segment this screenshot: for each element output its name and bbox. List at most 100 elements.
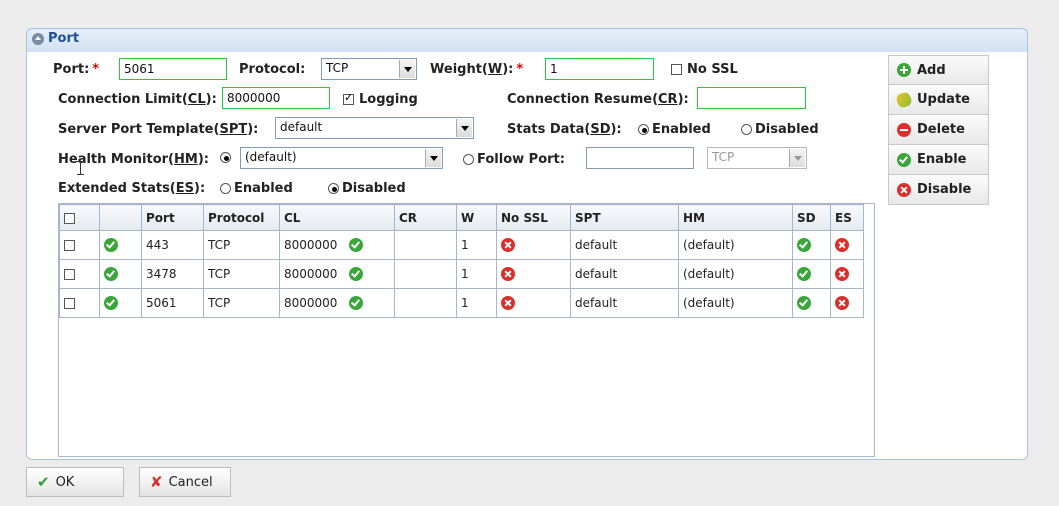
cancel-button-label: Cancel (168, 474, 213, 490)
table-header-row: Port Protocol CL CR W No SSL SPT HM SD E… (59, 204, 864, 231)
row-select-cell[interactable] (59, 288, 100, 318)
statsdata-enabled-option[interactable]: Enabled (638, 122, 711, 137)
protocol-header[interactable]: Protocol (203, 204, 280, 231)
weight-input[interactable] (545, 58, 654, 80)
table-row[interactable]: 5061 TCP 8000000 1 default (default) (59, 288, 864, 318)
sd-header[interactable]: SD (792, 204, 831, 231)
protocol-select-value: TCP (326, 61, 349, 75)
row-checkbox[interactable] (64, 269, 75, 280)
logging-option[interactable]: Logging (343, 91, 418, 107)
logging-check-icon (349, 267, 364, 282)
hm-select-value: (default) (245, 150, 297, 164)
w-header[interactable]: W (456, 204, 497, 231)
status-header[interactable] (99, 204, 142, 231)
row-nossl-cell (496, 288, 571, 318)
spt-select[interactable]: default (275, 117, 474, 139)
enabled-check-icon (104, 296, 118, 311)
hm-select-radio-option[interactable] (220, 152, 234, 163)
row-sd-cell (792, 288, 831, 318)
row-select-cell[interactable] (59, 230, 100, 260)
enabled-check-icon (104, 267, 118, 282)
spt-select-value: default (280, 120, 323, 134)
protocol-select[interactable]: TCP (321, 58, 417, 80)
disable-button[interactable]: Disable (888, 175, 989, 205)
enable-button[interactable]: Enable (888, 145, 989, 175)
row-port: 443 (141, 230, 204, 260)
port-header[interactable]: Port (141, 204, 204, 231)
row-cl: 8000000 (284, 266, 338, 281)
row-checkbox[interactable] (64, 298, 75, 309)
table-row[interactable]: 443 TCP 8000000 1 default (default) (59, 230, 864, 260)
nossl-header[interactable]: No SSL (496, 204, 571, 231)
row-es-cell (830, 230, 864, 260)
followport-protocol-select[interactable]: TCP (707, 147, 807, 169)
collapse-icon[interactable] (32, 32, 44, 45)
ok-button[interactable]: ✔ OK (26, 467, 124, 497)
cancel-button[interactable]: ✘ Cancel (139, 467, 231, 497)
row-cl-cell: 8000000 (279, 230, 395, 260)
row-hm: (default) (678, 230, 793, 260)
row-spt: default (570, 259, 679, 289)
connresume-label: Connection Resume(CR): (507, 92, 689, 107)
connlimit-input[interactable] (222, 87, 330, 109)
nossl-checkbox[interactable] (671, 64, 682, 75)
sd-check-icon (797, 267, 811, 282)
update-button[interactable]: Update (888, 85, 989, 115)
ports-table: Port Protocol CL CR W No SSL SPT HM SD E… (58, 203, 875, 457)
es-disabled-option[interactable]: Disabled (328, 181, 406, 196)
statsdata-disabled-option[interactable]: Disabled (741, 122, 819, 137)
add-button[interactable]: Add (888, 55, 989, 85)
followport-radio[interactable] (463, 154, 474, 165)
port-input[interactable] (119, 58, 227, 80)
row-cl-cell: 8000000 (279, 259, 395, 289)
row-cl: 8000000 (284, 237, 338, 252)
row-port: 5061 (141, 288, 204, 318)
panel-title[interactable]: Port (32, 31, 79, 46)
row-checkbox[interactable] (64, 240, 75, 251)
row-protocol: TCP (203, 259, 280, 289)
add-button-label: Add (917, 62, 946, 78)
hm-select[interactable]: (default) (240, 147, 443, 169)
nossl-x-icon (501, 296, 515, 311)
hm-header[interactable]: HM (678, 204, 793, 231)
statsdata-enabled-radio[interactable] (638, 124, 649, 135)
row-status-cell (99, 230, 142, 260)
delete-button-label: Delete (917, 122, 965, 137)
row-select-cell[interactable] (59, 259, 100, 289)
es-header[interactable]: ES (830, 204, 864, 231)
logging-check-icon (349, 296, 364, 311)
row-cr (394, 259, 457, 289)
cl-header[interactable]: CL (279, 204, 395, 231)
connresume-input[interactable] (697, 87, 806, 109)
row-w: 1 (456, 230, 497, 260)
table-row[interactable]: 3478 TCP 8000000 1 default (default) (59, 259, 864, 289)
es-disabled-radio[interactable] (328, 183, 339, 194)
weight-label: Weight(W): * (430, 62, 524, 77)
logging-checkbox[interactable] (343, 91, 354, 105)
row-w: 1 (456, 259, 497, 289)
followport-option[interactable]: Follow Port: (463, 152, 565, 167)
select-all-header[interactable] (59, 204, 100, 231)
es-enabled-option[interactable]: Enabled (220, 181, 293, 196)
spt-header[interactable]: SPT (570, 204, 679, 231)
es-x-icon (835, 296, 849, 311)
panel-title-text: Port (48, 31, 80, 46)
es-enabled-radio[interactable] (220, 183, 231, 194)
pencil-icon (895, 90, 913, 109)
hm-radio[interactable] (220, 152, 231, 163)
row-hm: (default) (678, 259, 793, 289)
action-buttons: Add Update Delete Enable Disable (888, 55, 989, 205)
row-es-cell (830, 259, 864, 289)
nossl-x-icon (501, 238, 515, 253)
x-icon (897, 182, 911, 197)
followport-input[interactable] (586, 147, 694, 169)
select-all-checkbox[interactable] (64, 212, 75, 224)
cr-header[interactable]: CR (394, 204, 457, 231)
statsdata-disabled-radio[interactable] (741, 124, 752, 135)
port-label: Port: * (53, 62, 100, 77)
panel-header (26, 28, 1028, 52)
row-cr (394, 230, 457, 260)
nossl-option[interactable]: No SSL (671, 62, 738, 77)
row-protocol: TCP (203, 288, 280, 318)
delete-button[interactable]: Delete (888, 115, 989, 145)
